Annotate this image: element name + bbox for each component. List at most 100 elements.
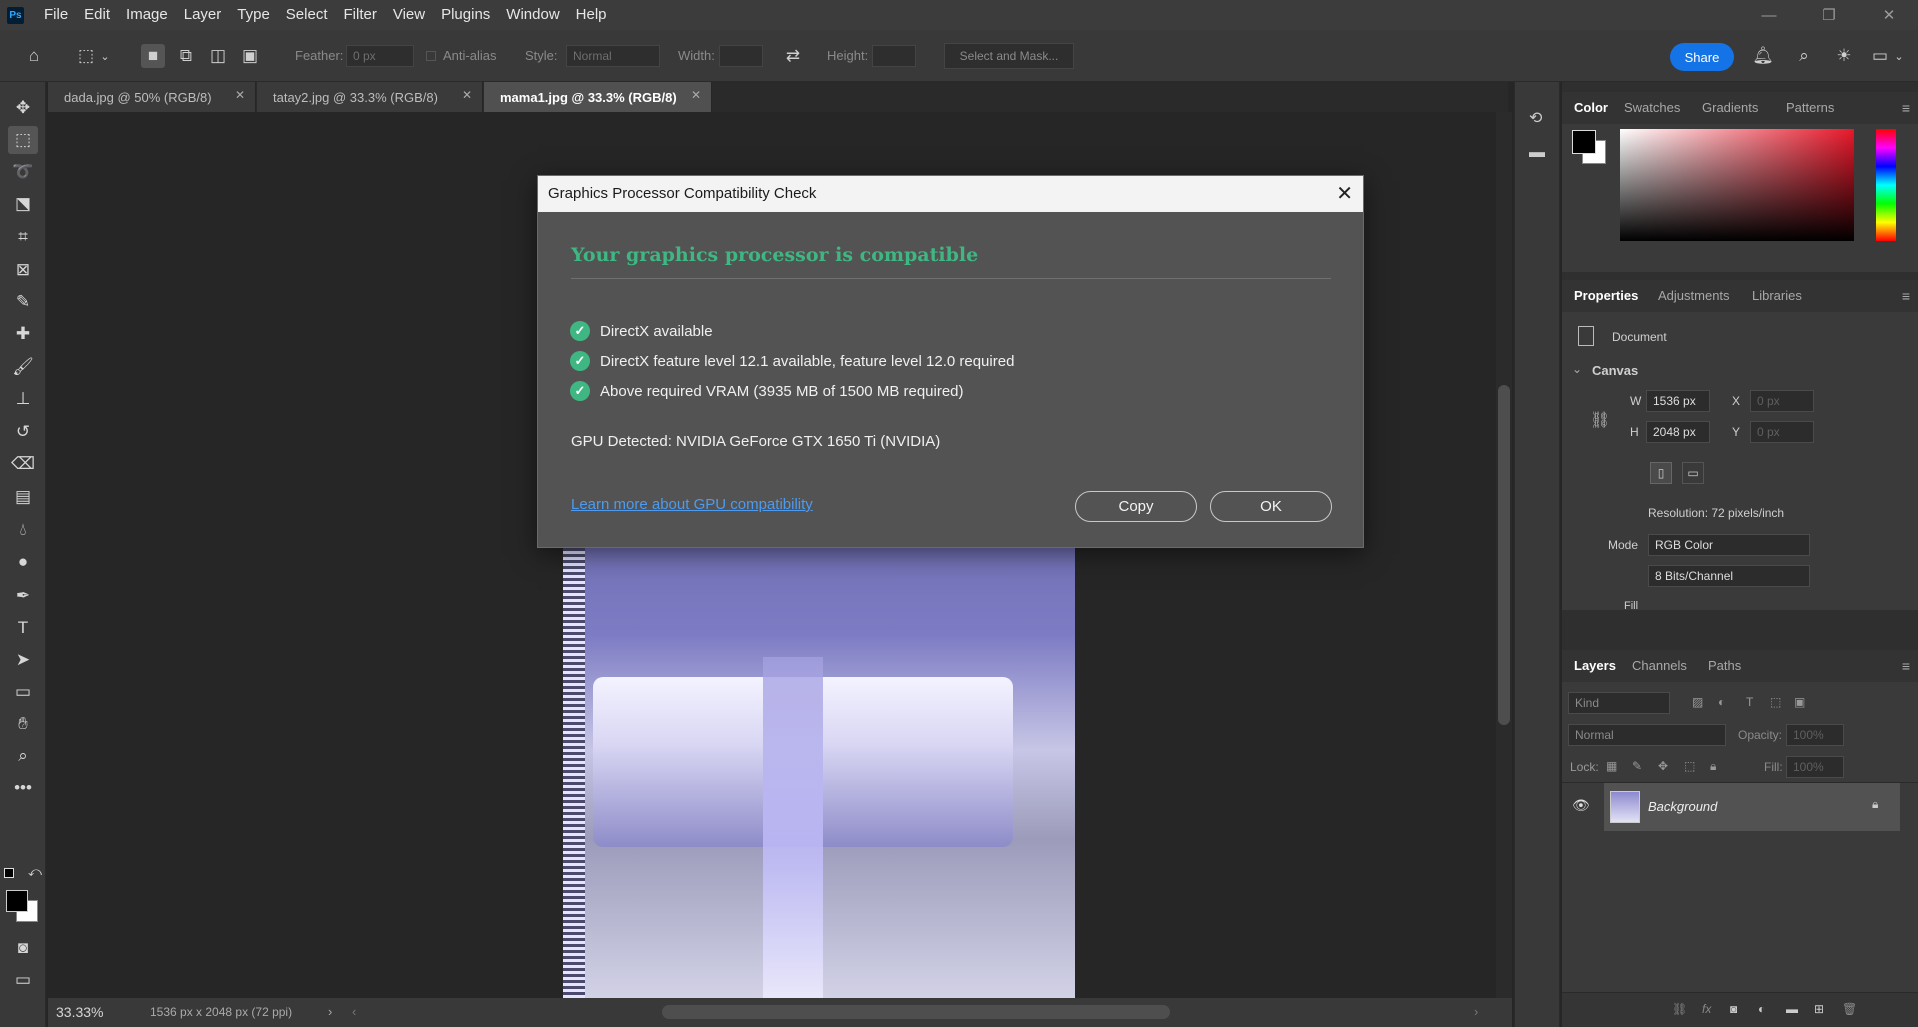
panel-menu-icon[interactable]: ≡ (1902, 288, 1910, 304)
filter-shape-icon[interactable]: ⬚ (1770, 695, 1781, 709)
scroll-right-icon[interactable]: › (1474, 1004, 1478, 1019)
search-icon[interactable]: ⌕ (1792, 44, 1816, 68)
fill-input[interactable]: 100% (1786, 756, 1844, 778)
trash-icon[interactable]: 🗑︎ (1842, 1002, 1857, 1016)
antialias-checkbox[interactable] (426, 51, 436, 61)
link-icon[interactable]: ⛓ (1590, 410, 1610, 430)
tab-mama1[interactable]: mama1.jpg @ 33.3% (RGB/8) ✕ (484, 82, 712, 112)
menu-edit[interactable]: Edit (76, 0, 118, 30)
object-select-tool-icon[interactable]: ⬔ (8, 190, 38, 218)
layer-name[interactable]: Background (1648, 799, 1717, 814)
bell-icon[interactable]: 🔔︎ (1751, 44, 1775, 68)
filter-adjustment-icon[interactable]: ◐ (1718, 695, 1725, 709)
marquee-preset-icon[interactable]: ⬚ (74, 44, 98, 68)
history-icon[interactable]: ⟲ (1529, 108, 1542, 128)
tab-properties[interactable]: Properties (1574, 280, 1638, 312)
panel-menu-icon[interactable]: ≡ (1902, 658, 1910, 674)
canvas-y-input[interactable]: 0 px (1750, 421, 1814, 443)
menu-file[interactable]: File (36, 0, 76, 30)
fx-icon[interactable]: fx (1702, 1002, 1711, 1016)
gradient-tool-icon[interactable]: ▤ (8, 483, 38, 511)
quick-mask-icon[interactable]: ◙ (8, 934, 38, 962)
screen-mode-icon[interactable]: ▭ (8, 966, 38, 994)
lasso-tool-icon[interactable]: ➰ (8, 158, 38, 186)
width-input[interactable] (719, 45, 763, 67)
zoom-tool-icon[interactable]: ⌕ (8, 742, 38, 770)
dodge-tool-icon[interactable]: ● (8, 548, 38, 576)
tab-channels[interactable]: Channels (1632, 650, 1687, 682)
learn-more-link[interactable]: Learn more about GPU compatibility (571, 496, 813, 513)
home-icon[interactable]: ⌂ (22, 44, 46, 68)
move-tool-icon[interactable]: ✥ (8, 94, 38, 122)
style-select[interactable]: Normal (566, 45, 660, 67)
close-icon[interactable]: ✕ (235, 88, 245, 102)
tab-layers[interactable]: Layers (1574, 650, 1616, 682)
close-icon[interactable]: ✕ (691, 88, 701, 102)
tab-dada[interactable]: dada.jpg @ 50% (RGB/8) ✕ (48, 82, 256, 112)
tab-adjustments[interactable]: Adjustments (1658, 280, 1730, 312)
filter-type-icon[interactable]: T (1746, 695, 1753, 709)
close-window-button[interactable]: ✕ (1860, 0, 1918, 30)
height-input[interactable] (872, 45, 916, 67)
swap-colors-icon[interactable]: ⤺ (28, 864, 42, 880)
menu-image[interactable]: Image (118, 0, 176, 30)
mode-select[interactable]: RGB Color (1648, 534, 1810, 556)
adjustment-layer-icon[interactable]: ◐ (1758, 1002, 1765, 1016)
blend-mode-select[interactable]: Normal (1568, 724, 1726, 746)
filter-pixel-icon[interactable]: ▨ (1692, 695, 1703, 709)
eye-icon[interactable]: 👁︎ (1572, 797, 1590, 814)
restore-button[interactable]: ❐ (1800, 0, 1858, 30)
workspace-icon[interactable]: ▭ (1868, 44, 1892, 68)
subtract-selection-icon[interactable]: ◫ (206, 44, 230, 68)
layer-kind-filter[interactable]: Kind (1568, 692, 1670, 714)
lock-position-icon[interactable]: ✥ (1658, 759, 1668, 773)
canvas-x-input[interactable]: 0 px (1750, 390, 1814, 412)
lock-transparent-icon[interactable]: ▦ (1606, 759, 1617, 773)
canvas-height-input[interactable]: 2048 px (1646, 421, 1710, 443)
eraser-tool-icon[interactable]: ⌫ (8, 450, 38, 478)
close-icon[interactable]: ✕ (462, 88, 472, 102)
horizontal-scrollbar-thumb[interactable] (662, 1005, 1170, 1019)
canvas-width-input[interactable]: 1536 px (1646, 390, 1710, 412)
link-layers-icon[interactable]: ⛓ (1672, 1002, 1687, 1016)
lightbulb-icon[interactable]: ☀ (1832, 44, 1856, 68)
blur-tool-icon[interactable]: 💧︎ (8, 516, 38, 544)
ok-button[interactable]: OK (1210, 491, 1332, 522)
tab-color[interactable]: Color (1574, 92, 1608, 124)
landscape-icon[interactable]: ▭ (1682, 462, 1704, 484)
lock-artboard-icon[interactable]: ⬚ (1684, 759, 1695, 773)
scroll-left-icon[interactable]: ‹ (352, 1004, 356, 1019)
share-button[interactable]: Share (1670, 43, 1734, 71)
healing-brush-icon[interactable]: ✚ (8, 320, 38, 348)
default-colors-icon[interactable] (4, 868, 14, 878)
menu-type[interactable]: Type (229, 0, 278, 30)
foreground-color-swatch[interactable] (6, 890, 28, 912)
vertical-scrollbar-thumb[interactable] (1498, 385, 1510, 725)
menu-select[interactable]: Select (278, 0, 336, 30)
tab-gradients[interactable]: Gradients (1702, 92, 1758, 124)
tab-tatay2[interactable]: tatay2.jpg @ 33.3% (RGB/8) ✕ (257, 82, 483, 112)
hand-tool-icon[interactable]: ✋︎ (8, 710, 38, 738)
tab-patterns[interactable]: Patterns (1786, 92, 1834, 124)
stamp-tool-icon[interactable]: ⊥ (8, 385, 38, 413)
menu-plugins[interactable]: Plugins (433, 0, 498, 30)
panel-menu-icon[interactable]: ≡ (1902, 100, 1910, 116)
new-group-icon[interactable]: ▬ (1786, 1002, 1798, 1016)
marquee-tool-icon[interactable]: ⬚ (8, 126, 38, 154)
portrait-icon[interactable]: ▯ (1650, 462, 1672, 484)
lock-pixels-icon[interactable]: ✎ (1632, 759, 1642, 773)
tab-libraries[interactable]: Libraries (1752, 280, 1802, 312)
intersect-selection-icon[interactable]: ▣ (238, 44, 262, 68)
chevron-down-icon[interactable]: ⌄ (98, 44, 112, 68)
rectangle-tool-icon[interactable]: ▭ (8, 678, 38, 706)
history-brush-icon[interactable]: ↺ (8, 418, 38, 446)
color-field[interactable] (1620, 129, 1854, 241)
menu-layer[interactable]: Layer (176, 0, 230, 30)
tab-swatches[interactable]: Swatches (1624, 92, 1680, 124)
fg-color-chip[interactable] (1572, 130, 1596, 154)
filter-smart-object-icon[interactable]: ▣ (1794, 695, 1805, 709)
canvas-section-title[interactable]: Canvas (1592, 363, 1638, 378)
canvas-chevron-icon[interactable]: ⌄ (1572, 362, 1582, 376)
eyedropper-tool-icon[interactable]: ✎ (8, 288, 38, 316)
type-tool-icon[interactable]: T (8, 614, 38, 642)
